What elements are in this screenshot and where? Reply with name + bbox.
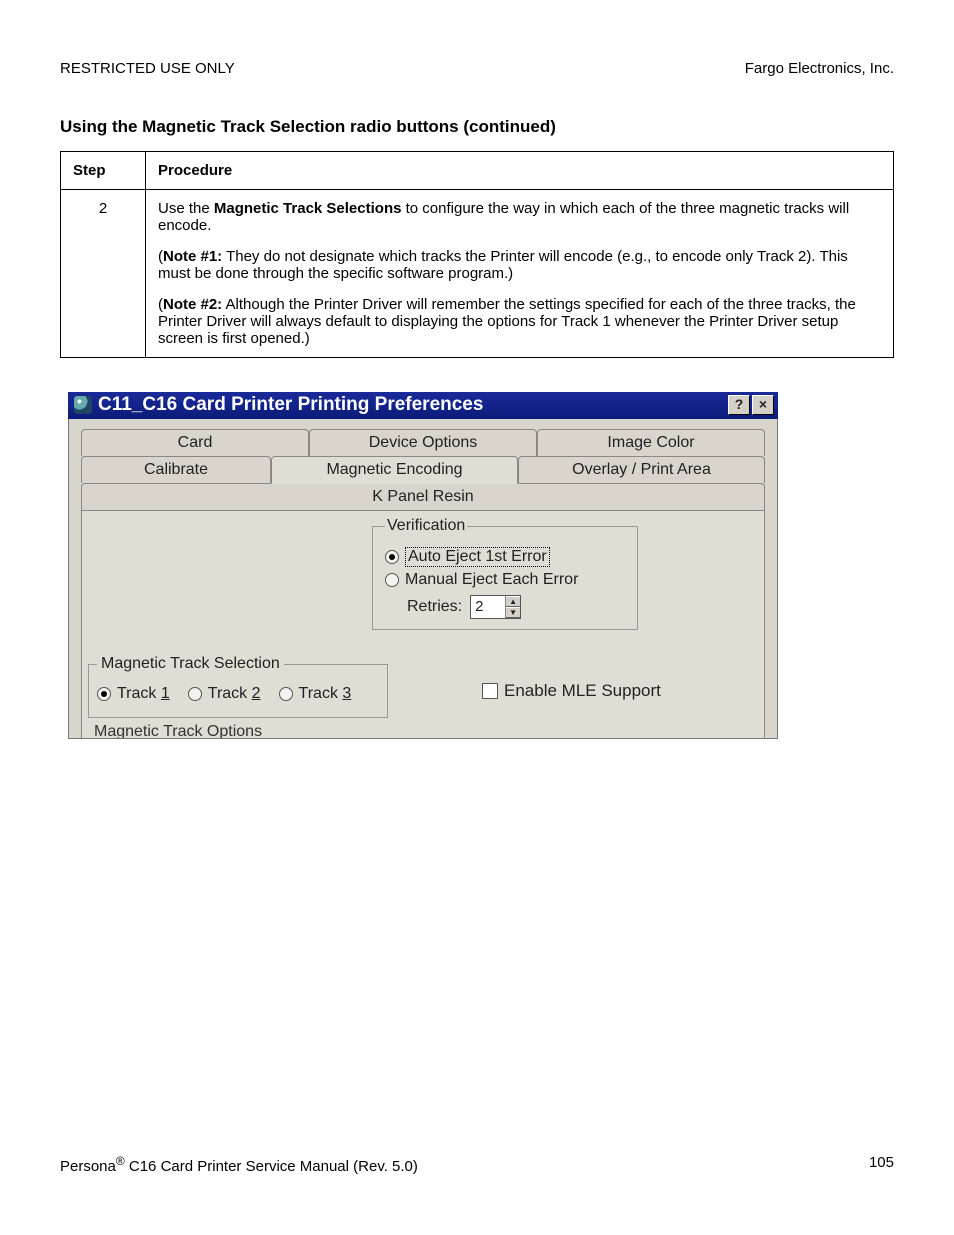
radio-icon xyxy=(385,573,399,587)
radio-icon xyxy=(188,687,202,701)
text: Use the xyxy=(158,200,214,217)
procedure-table: Step Procedure 2 Use the Magnetic Track … xyxy=(60,151,894,358)
checkbox-label: Enable MLE Support xyxy=(504,681,661,701)
col-step: Step xyxy=(61,152,146,190)
checkbox-icon xyxy=(482,683,498,699)
header-right: Fargo Electronics, Inc. xyxy=(745,60,894,77)
magnetic-track-options-label: Magnetic Track Options xyxy=(94,723,262,739)
help-button[interactable]: ? xyxy=(728,395,750,415)
tab-image-color[interactable]: Image Color xyxy=(537,429,765,456)
text-bold: Note #1: xyxy=(163,248,222,265)
preferences-dialog: C11_C16 Card Printer Printing Preference… xyxy=(68,392,778,739)
enable-mle-checkbox[interactable]: Enable MLE Support xyxy=(482,681,661,701)
radio-track-2[interactable]: Track 2 xyxy=(188,685,261,703)
radio-label: Track 2 xyxy=(208,685,261,703)
retries-label: Retries: xyxy=(407,598,462,616)
radio-track-3[interactable]: Track 3 xyxy=(279,685,352,703)
verification-legend: Verification xyxy=(385,517,467,535)
spin-up-icon[interactable]: ▲ xyxy=(506,596,520,607)
text: Although the Printer Driver will remembe… xyxy=(158,296,856,347)
tab-magnetic-encoding[interactable]: Magnetic Encoding xyxy=(271,456,518,484)
tab-k-panel-resin[interactable]: K Panel Resin xyxy=(81,483,765,510)
header-left: RESTRICTED USE ONLY xyxy=(60,60,235,77)
tab-overlay-print-area[interactable]: Overlay / Print Area xyxy=(518,456,765,483)
footer-left: Persona® C16 Card Printer Service Manual… xyxy=(60,1154,418,1175)
col-procedure: Procedure xyxy=(146,152,894,190)
radio-icon xyxy=(279,687,293,701)
radio-label: Track 1 xyxy=(117,685,170,703)
text: They do not designate which tracks the P… xyxy=(158,248,848,282)
radio-icon xyxy=(97,687,111,701)
tab-device-options[interactable]: Device Options xyxy=(309,429,537,456)
retries-spinner[interactable]: 2 ▲ ▼ xyxy=(470,595,521,619)
radio-manual-eject[interactable]: Manual Eject Each Error xyxy=(385,571,625,589)
radio-label: Auto Eject 1st Error xyxy=(405,547,550,567)
titlebar[interactable]: C11_C16 Card Printer Printing Preference… xyxy=(68,392,778,419)
track-selection-legend: Magnetic Track Selection xyxy=(97,655,284,673)
retries-value: 2 xyxy=(471,596,505,618)
radio-label: Track 3 xyxy=(299,685,352,703)
page-number: 105 xyxy=(869,1154,894,1175)
spin-down-icon[interactable]: ▼ xyxy=(506,607,520,618)
radio-icon xyxy=(385,550,399,564)
tab-panel: Verification Auto Eject 1st Error Manual… xyxy=(81,510,765,739)
procedure-cell: Use the Magnetic Track Selections to con… xyxy=(146,190,894,358)
printer-icon xyxy=(74,396,92,414)
table-row: 2 Use the Magnetic Track Selections to c… xyxy=(61,190,894,358)
verification-group: Verification Auto Eject 1st Error Manual… xyxy=(372,517,638,630)
radio-label: Manual Eject Each Error xyxy=(405,571,578,589)
text-bold: Note #2: xyxy=(163,296,222,313)
magnetic-track-selection-group: Magnetic Track Selection Track 1 Track 2 xyxy=(88,655,388,718)
text-bold: Magnetic Track Selections xyxy=(214,200,402,217)
radio-track-1[interactable]: Track 1 xyxy=(97,685,170,703)
radio-auto-eject[interactable]: Auto Eject 1st Error xyxy=(385,547,625,567)
close-button[interactable]: × xyxy=(752,395,774,415)
tab-card[interactable]: Card xyxy=(81,429,309,456)
step-number: 2 xyxy=(61,190,146,358)
section-title: Using the Magnetic Track Selection radio… xyxy=(60,117,894,137)
dialog-title: C11_C16 Card Printer Printing Preference… xyxy=(98,394,483,416)
tab-calibrate[interactable]: Calibrate xyxy=(81,456,271,483)
